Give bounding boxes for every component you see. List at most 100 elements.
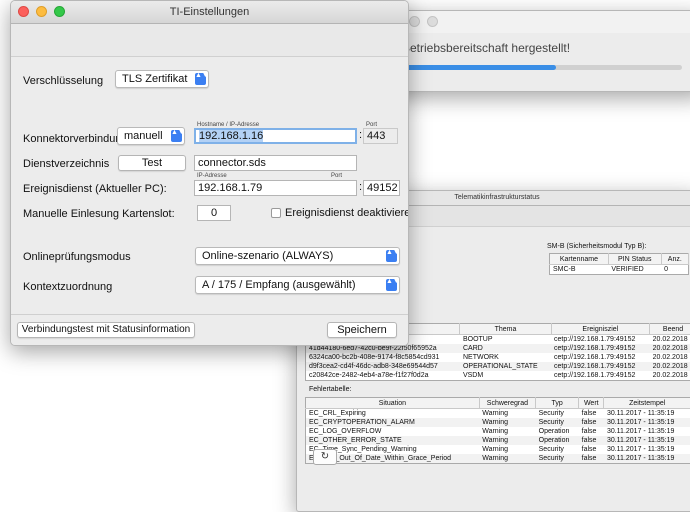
- hostname-input[interactable]: 192.168.1.16: [194, 128, 357, 144]
- progress-bar-fill: [402, 65, 556, 70]
- events-cell: 20.02.2018: [650, 371, 690, 381]
- smb-table[interactable]: KartennamePIN StatusAnz. SMC-BVERIFIED0: [549, 253, 689, 275]
- chevron-updown-icon: ▲▼: [195, 73, 206, 85]
- events-cell: OPERATIONAL_STATE: [460, 362, 551, 371]
- kartenslot-value: 0: [211, 207, 217, 219]
- events-cell: BOOTUP: [460, 335, 551, 345]
- fehler-cell: Warning: [479, 436, 535, 445]
- fehler-row[interactable]: EC_LOG_OVERFLOWWarningOperationfalse30.1…: [306, 427, 690, 436]
- fehler-cell: Warning: [479, 445, 535, 454]
- smb-title: SM-B (Sicherheitsmodul Typ B):: [547, 243, 646, 250]
- fehler-cell: EC_LOG_OVERFLOW: [306, 427, 480, 436]
- online-value: Online-szenario (ALWAYS): [202, 250, 333, 262]
- minimize-icon: [409, 16, 420, 27]
- fehler-cell: Warning: [479, 427, 535, 436]
- fehler-cell: EC_OTHER_ERROR_STATE: [306, 436, 480, 445]
- ereignis-port-value: 49152: [367, 182, 398, 194]
- kontext-select[interactable]: A / 175 / Empfang (ausgewählt) ▲▼: [195, 276, 400, 294]
- ereignis-port-separator: :: [359, 181, 362, 193]
- events-cell: cetp://192.168.1.79:49152: [551, 353, 650, 362]
- progress-bar: [402, 65, 682, 70]
- chevron-updown-icon: ▲▼: [171, 130, 182, 142]
- fehler-row[interactable]: EC_CRYPTOPERATION_ALARMWarningSecurityfa…: [306, 418, 690, 427]
- port-input[interactable]: 443: [363, 128, 398, 144]
- konnektor-mode-select[interactable]: manuell ▲▼: [117, 127, 185, 145]
- fehler-cell: false: [579, 436, 604, 445]
- verbindungstest-button[interactable]: Verbindungstest mit Statusinformation: [17, 322, 195, 338]
- progress-window: Betriebsbereitschaft hergestellt!: [383, 10, 690, 92]
- smb-row[interactable]: SMC-BVERIFIED0: [550, 265, 689, 275]
- deaktivieren-label: Ereignisdienst deaktivieren: [285, 207, 409, 219]
- hostname-value: 192.168.1.16: [199, 130, 263, 142]
- fehler-cell: 30.11.2017 - 11:35:19: [604, 445, 690, 454]
- events-cell: VSDM: [460, 371, 551, 381]
- zoom-icon[interactable]: [54, 6, 65, 17]
- events-row[interactable]: 6324ca00-bc2b-408e-9174-f8c5854cd931NETW…: [306, 353, 690, 362]
- dienst-input[interactable]: connector.sds: [194, 155, 357, 171]
- fehler-cell: false: [579, 427, 604, 436]
- fehler-table[interactable]: SituationSchweregradTypWertZeitstempel E…: [305, 397, 690, 464]
- test-button[interactable]: Test: [118, 155, 186, 171]
- events-cell: cetp://192.168.1.79:49152: [551, 344, 650, 353]
- ereignisdienst-deaktivieren-checkbox[interactable]: [271, 208, 281, 218]
- fehler-cell: Operation: [536, 436, 579, 445]
- minimize-icon[interactable]: [36, 6, 47, 17]
- kartenslot-input[interactable]: 0: [197, 205, 231, 221]
- zoom-icon: [427, 16, 438, 27]
- fehler-cell: Warning: [479, 454, 535, 464]
- events-cell: cetp://192.168.1.79:49152: [551, 371, 650, 381]
- ereignis-label: Ereignisdienst (Aktueller PC):: [23, 183, 167, 195]
- fehler-column-header[interactable]: Schweregrad: [479, 398, 535, 409]
- close-icon[interactable]: [18, 6, 29, 17]
- fehler-column-header[interactable]: Situation: [306, 398, 480, 409]
- manuell-label: Manuelle Einlesung Kartenslot:: [23, 208, 175, 220]
- online-select[interactable]: Online-szenario (ALWAYS) ▲▼: [195, 247, 400, 265]
- events-column-header[interactable]: Beend: [650, 324, 690, 335]
- fehler-cell: false: [579, 409, 604, 419]
- smb-cell: VERIFIED: [608, 265, 661, 275]
- fehler-cell: Operation: [536, 427, 579, 436]
- events-row[interactable]: d9f3cea2-cd4f-46dc-adb8-348e69544d57OPER…: [306, 362, 690, 371]
- events-column-header[interactable]: Ereignisziel: [551, 324, 650, 335]
- fehler-cell: 30.11.2017 - 11:35:19: [604, 427, 690, 436]
- verschluesselung-select[interactable]: TLS Zertifikat ▲▼: [115, 70, 209, 88]
- konnektor-mode-value: manuell: [124, 130, 163, 142]
- smb-column-header[interactable]: PIN Status: [608, 254, 661, 265]
- fehler-row[interactable]: EC_CRL_ExpiringWarningSecurityfalse30.11…: [306, 409, 690, 419]
- ereignis-port-input[interactable]: 49152: [363, 180, 400, 196]
- fehler-cell: Warning: [479, 409, 535, 419]
- kontext-label: Kontextzuordnung: [23, 281, 112, 293]
- smb-column-header[interactable]: Anz.: [661, 254, 688, 265]
- kontext-value: A / 175 / Empfang (ausgewählt): [202, 279, 355, 291]
- settings-window-titlebar: TI-Einstellungen: [11, 1, 408, 24]
- fehler-column-header[interactable]: Typ: [536, 398, 579, 409]
- dienst-value: connector.sds: [198, 157, 266, 169]
- refresh-icon: ↻: [321, 451, 329, 462]
- smb-column-header[interactable]: Kartenname: [550, 254, 609, 265]
- refresh-button[interactable]: ↻: [313, 449, 337, 465]
- events-column-header[interactable]: Thema: [460, 324, 551, 335]
- smb-cell: 0: [661, 265, 688, 275]
- speichern-button[interactable]: Speichern: [327, 322, 397, 338]
- progress-window-titlebar: [384, 11, 690, 33]
- verschluesselung-label: Verschlüsselung: [23, 75, 103, 87]
- events-cell: NETWORK: [460, 353, 551, 362]
- ereignis-ip-input[interactable]: 192.168.1.79: [194, 180, 357, 196]
- events-cell: 6324ca00-bc2b-408e-9174-f8c5854cd931: [306, 353, 460, 362]
- chevron-updown-icon: ▲▼: [386, 279, 397, 291]
- fehler-row[interactable]: EC_OTHER_ERROR_STATEWarningOperationfals…: [306, 436, 690, 445]
- window-title: TI-Einstellungen: [170, 6, 250, 18]
- fehler-cell: Security: [536, 409, 579, 419]
- events-cell: 20.02.2018: [650, 335, 690, 345]
- events-cell: CARD: [460, 344, 551, 353]
- port-value: 443: [367, 130, 385, 142]
- fehler-row[interactable]: EC_TSL_Out_Of_Date_Within_Grace_PeriodWa…: [306, 454, 690, 464]
- fehler-column-header[interactable]: Zeitstempel: [604, 398, 690, 409]
- fehler-cell: 30.11.2017 - 11:35:19: [604, 436, 690, 445]
- events-cell: 20.02.2018: [650, 344, 690, 353]
- chevron-updown-icon: ▲▼: [386, 250, 397, 262]
- online-label: Onlineprüfungsmodus: [23, 251, 131, 263]
- fehler-row[interactable]: EC_Time_Sync_Pending_WarningWarningSecur…: [306, 445, 690, 454]
- events-row[interactable]: c20842ce-2482-4eb4-a78e-f1f27f0d2aVSDMce…: [306, 371, 690, 381]
- fehler-column-header[interactable]: Wert: [579, 398, 604, 409]
